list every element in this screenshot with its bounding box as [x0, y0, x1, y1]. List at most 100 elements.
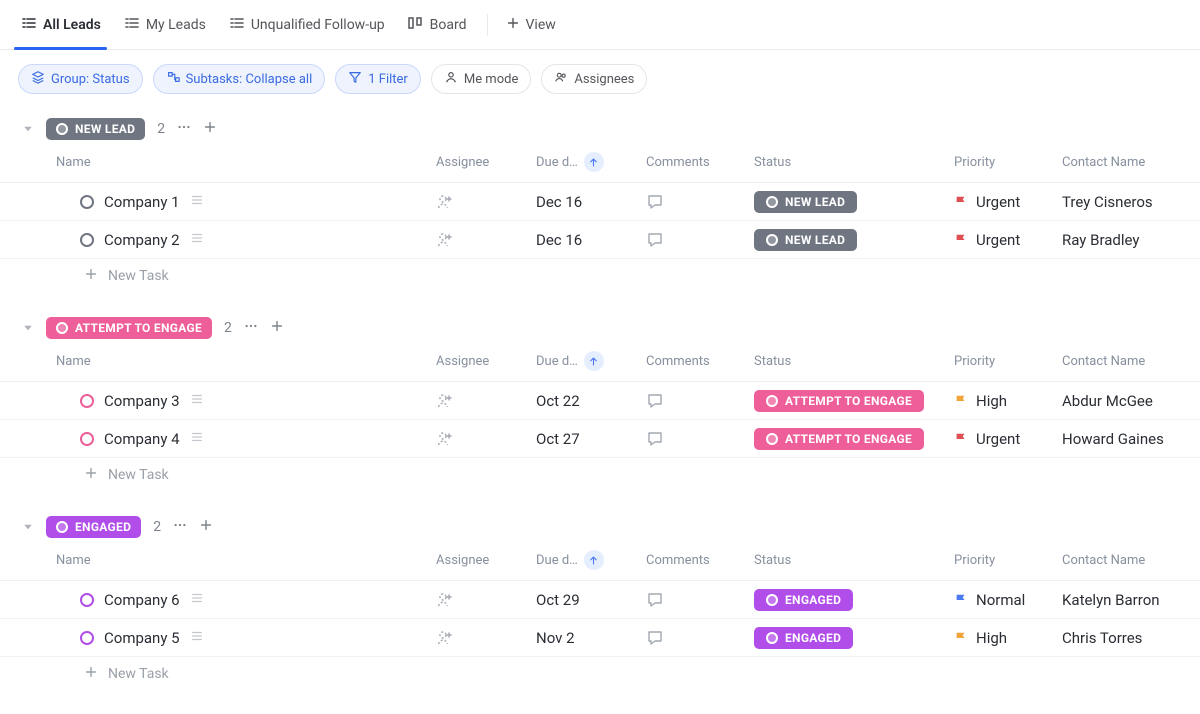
- col-priority[interactable]: Priority: [954, 155, 1062, 170]
- col-name[interactable]: Name: [56, 155, 436, 170]
- col-status[interactable]: Status: [754, 553, 954, 568]
- assignee-cell[interactable]: [436, 392, 536, 410]
- status-cell[interactable]: ENGAGED: [754, 627, 954, 649]
- group-more-button[interactable]: [244, 319, 258, 337]
- task-status-dot[interactable]: [80, 233, 94, 247]
- comments-cell[interactable]: [646, 392, 754, 410]
- col-assignee[interactable]: Assignee: [436, 354, 536, 369]
- contact-cell[interactable]: Ray Bradley: [1062, 231, 1200, 249]
- new-task-button[interactable]: New Task: [0, 657, 1200, 691]
- col-name[interactable]: Name: [56, 354, 436, 369]
- status-cell[interactable]: ATTEMPT TO ENGAGE: [754, 428, 954, 450]
- due-date-cell[interactable]: Dec 16: [536, 193, 646, 211]
- new-task-button[interactable]: New Task: [0, 458, 1200, 492]
- col-due-date[interactable]: Due d…: [536, 152, 646, 172]
- priority-cell[interactable]: High: [954, 629, 1062, 647]
- task-details-icon[interactable]: [190, 629, 204, 647]
- task-row[interactable]: Company 1 Dec 16 NEW LEAD Urgent Trey Ci…: [0, 183, 1200, 221]
- contact-cell[interactable]: Katelyn Barron: [1062, 591, 1200, 609]
- status-cell[interactable]: NEW LEAD: [754, 229, 954, 251]
- col-due-date[interactable]: Due d…: [536, 550, 646, 570]
- col-contact[interactable]: Contact Name: [1062, 155, 1200, 170]
- contact-cell[interactable]: Howard Gaines: [1062, 430, 1200, 448]
- due-date-cell[interactable]: Oct 22: [536, 392, 646, 410]
- group-add-task-button[interactable]: [203, 120, 217, 138]
- contact-cell[interactable]: Abdur McGee: [1062, 392, 1200, 410]
- task-name[interactable]: Company 5: [104, 629, 180, 647]
- add-view-button[interactable]: View: [506, 16, 556, 34]
- col-contact[interactable]: Contact Name: [1062, 354, 1200, 369]
- due-date-cell[interactable]: Oct 27: [536, 430, 646, 448]
- task-name[interactable]: Company 3: [104, 392, 180, 410]
- task-row[interactable]: Company 2 Dec 16 NEW LEAD Urgent Ray Bra…: [0, 221, 1200, 259]
- col-comments[interactable]: Comments: [646, 354, 754, 369]
- contact-cell[interactable]: Trey Cisneros: [1062, 193, 1200, 211]
- priority-cell[interactable]: Normal: [954, 591, 1062, 609]
- tab-all-leads[interactable]: All Leads: [18, 0, 103, 50]
- task-details-icon[interactable]: [190, 430, 204, 448]
- task-name[interactable]: Company 1: [104, 193, 180, 211]
- task-row[interactable]: Company 6 Oct 29 ENGAGED Normal Katelyn …: [0, 581, 1200, 619]
- group-status-chip[interactable]: NEW LEAD: [46, 118, 145, 140]
- assignees-pill[interactable]: Assignees: [541, 64, 647, 94]
- col-contact[interactable]: Contact Name: [1062, 553, 1200, 568]
- priority-cell[interactable]: High: [954, 392, 1062, 410]
- assignee-cell[interactable]: [436, 231, 536, 249]
- col-due-date[interactable]: Due d…: [536, 351, 646, 371]
- subtasks-pill[interactable]: Subtasks: Collapse all: [153, 64, 326, 94]
- task-row[interactable]: Company 5 Nov 2 ENGAGED High Chris Torre…: [0, 619, 1200, 657]
- tab-my-leads[interactable]: My Leads: [121, 0, 208, 50]
- sort-asc-indicator[interactable]: [584, 351, 604, 371]
- task-status-dot[interactable]: [80, 432, 94, 446]
- group-by-pill[interactable]: Group: Status: [18, 64, 143, 94]
- tab-unqualified-followup[interactable]: Unqualified Follow-up: [226, 0, 387, 50]
- task-name[interactable]: Company 2: [104, 231, 180, 249]
- priority-cell[interactable]: Urgent: [954, 231, 1062, 249]
- group-status-chip[interactable]: ENGAGED: [46, 516, 141, 538]
- comments-cell[interactable]: [646, 629, 754, 647]
- collapse-toggle[interactable]: [22, 123, 34, 135]
- task-details-icon[interactable]: [190, 591, 204, 609]
- assignee-cell[interactable]: [436, 430, 536, 448]
- col-comments[interactable]: Comments: [646, 553, 754, 568]
- task-details-icon[interactable]: [190, 193, 204, 211]
- col-priority[interactable]: Priority: [954, 354, 1062, 369]
- new-task-button[interactable]: New Task: [0, 259, 1200, 293]
- filter-pill[interactable]: 1 Filter: [335, 64, 421, 94]
- comments-cell[interactable]: [646, 193, 754, 211]
- col-name[interactable]: Name: [56, 553, 436, 568]
- assignee-cell[interactable]: [436, 629, 536, 647]
- due-date-cell[interactable]: Nov 2: [536, 629, 646, 647]
- collapse-toggle[interactable]: [22, 322, 34, 334]
- col-assignee[interactable]: Assignee: [436, 553, 536, 568]
- col-assignee[interactable]: Assignee: [436, 155, 536, 170]
- comments-cell[interactable]: [646, 591, 754, 609]
- status-cell[interactable]: NEW LEAD: [754, 191, 954, 213]
- sort-asc-indicator[interactable]: [584, 152, 604, 172]
- task-row[interactable]: Company 4 Oct 27 ATTEMPT TO ENGAGE Urgen…: [0, 420, 1200, 458]
- group-add-task-button[interactable]: [270, 319, 284, 337]
- task-details-icon[interactable]: [190, 231, 204, 249]
- tab-board[interactable]: Board: [405, 0, 469, 50]
- collapse-toggle[interactable]: [22, 521, 34, 533]
- status-cell[interactable]: ATTEMPT TO ENGAGE: [754, 390, 954, 412]
- contact-cell[interactable]: Chris Torres: [1062, 629, 1200, 647]
- task-row[interactable]: Company 3 Oct 22 ATTEMPT TO ENGAGE High …: [0, 382, 1200, 420]
- sort-asc-indicator[interactable]: [584, 550, 604, 570]
- assignee-cell[interactable]: [436, 193, 536, 211]
- task-status-dot[interactable]: [80, 593, 94, 607]
- task-status-dot[interactable]: [80, 631, 94, 645]
- group-status-chip[interactable]: ATTEMPT TO ENGAGE: [46, 317, 212, 339]
- task-status-dot[interactable]: [80, 195, 94, 209]
- task-name[interactable]: Company 6: [104, 591, 180, 609]
- priority-cell[interactable]: Urgent: [954, 193, 1062, 211]
- status-cell[interactable]: ENGAGED: [754, 589, 954, 611]
- col-status[interactable]: Status: [754, 155, 954, 170]
- priority-cell[interactable]: Urgent: [954, 430, 1062, 448]
- group-more-button[interactable]: [173, 518, 187, 536]
- due-date-cell[interactable]: Dec 16: [536, 231, 646, 249]
- assignee-cell[interactable]: [436, 591, 536, 609]
- comments-cell[interactable]: [646, 231, 754, 249]
- task-details-icon[interactable]: [190, 392, 204, 410]
- due-date-cell[interactable]: Oct 29: [536, 591, 646, 609]
